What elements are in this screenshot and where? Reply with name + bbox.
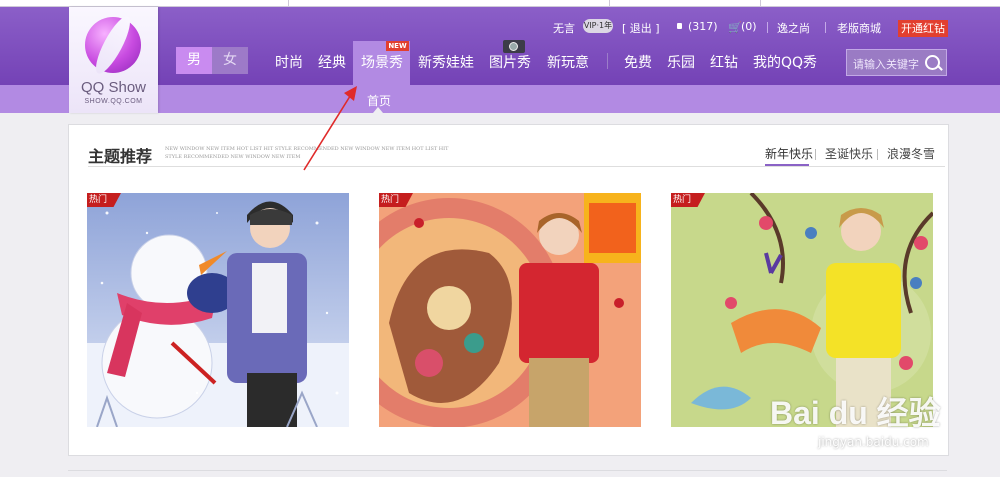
card-image [379,193,641,427]
old-mall-link[interactable]: 老版商城 [837,20,881,36]
nav-photo-show[interactable]: 图片秀 [489,52,531,72]
panel-tagline: NEW WINDOW NEW ITEM HOT LIST HIT STYLE R… [165,146,449,160]
nav-park[interactable]: 乐园 [667,52,695,72]
gender-female-button[interactable]: 女 [212,47,248,74]
logo-domain: SHOW.QQ.COM [84,98,143,105]
nav-new-stuff[interactable]: 新玩意 [547,52,589,72]
link-separator [767,22,768,33]
tab-winter-snow[interactable]: 浪漫冬雪 [887,145,935,162]
new-badge: NEW [386,41,409,51]
link-separator [825,22,826,33]
bottom-divider [68,470,947,471]
search-icon[interactable] [925,55,940,70]
tab-separator [815,149,816,160]
nav-my-qqshow[interactable]: 我的QQ秀 [753,52,817,72]
tab-separator [877,149,878,160]
nav-scene-show[interactable]: 场景秀 [361,52,403,72]
watermark-brand: Bai du 经验 [770,395,941,431]
subnav-caret-icon [373,107,383,113]
message-count[interactable]: (317) [688,20,718,33]
nav-new-doll[interactable]: 新秀娃娃 [418,52,474,72]
logout-link[interactable]: [ 退出 ] [622,20,660,36]
panel-title: 主题推荐 [88,147,153,166]
open-red-diamond-button[interactable]: 开通红钻 [898,20,948,37]
speaker-icon [677,23,682,29]
browser-top-strip [0,0,1000,7]
nav-free[interactable]: 免费 [624,52,652,72]
theme-card-new-year[interactable]: 热门 [379,193,641,427]
search-input[interactable] [851,55,925,73]
panel-divider [88,166,945,167]
tab-christmas[interactable]: 圣诞快乐 [825,145,873,162]
qqshow-logo[interactable]: QQ Show SHOW.QQ.COM [69,7,158,113]
nav-red-diamond[interactable]: 红钻 [710,52,738,72]
logo-mark-icon [85,17,141,73]
cart-count[interactable]: (0) [741,20,757,33]
card-image [87,193,349,427]
search-box [846,49,947,76]
theme-card-winter[interactable]: 热门 [87,193,349,427]
nav-fashion[interactable]: 时尚 [275,52,303,72]
tab-new-year[interactable]: 新年快乐 [765,145,813,162]
vip-badge: VIP·1年 [583,19,613,33]
gender-male-button[interactable]: 男 [176,47,212,74]
logo-text: QQ Show [80,79,147,96]
browse-link[interactable]: 逸之尚 [777,20,810,36]
username[interactable]: 无言 [553,20,575,36]
watermark-url: jingyan.baidu.com [818,435,929,449]
cart-icon: 🛒 [728,21,742,34]
gender-toggle: 男 女 [176,47,248,74]
nav-separator [607,53,608,69]
nav-classic[interactable]: 经典 [318,52,346,72]
